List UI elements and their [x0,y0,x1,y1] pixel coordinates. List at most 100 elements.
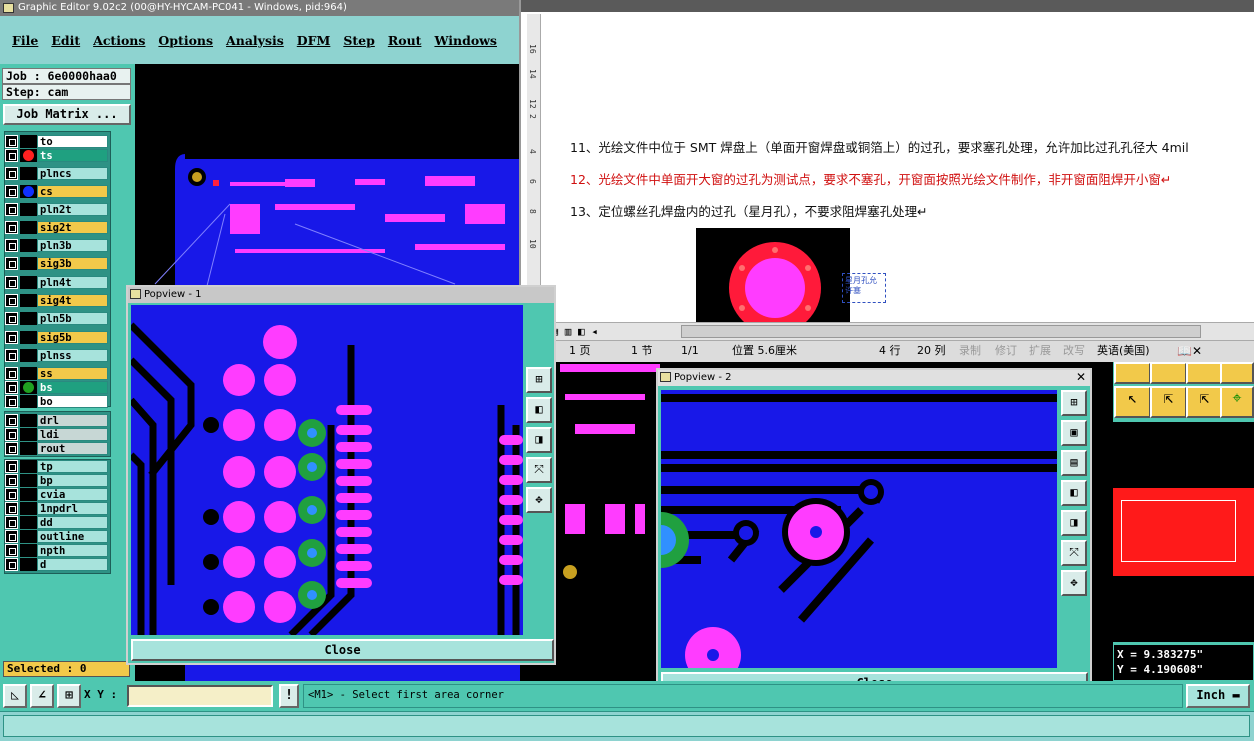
warning-icon[interactable]: ! [279,684,299,708]
layer-color-swatch[interactable] [20,460,37,473]
layer-checkbox[interactable] [5,502,18,515]
zoom-fit-icon[interactable]: ⤧ [526,457,552,483]
layer-color-swatch[interactable] [20,149,37,162]
layer-name[interactable]: tp [37,460,108,473]
layer-name[interactable]: bo [37,395,108,408]
layer-name[interactable]: pln5b [37,312,108,325]
layer-row-outline[interactable]: outline [5,530,108,543]
units-select[interactable]: Inch ▬ [1186,684,1250,708]
layer-name[interactable]: sig3b [37,257,108,270]
layer-checkbox[interactable] [5,395,18,408]
layer-row-plnss[interactable]: plnss [5,349,108,362]
layer-name[interactable]: plnss [37,349,108,362]
layer-row-ss[interactable]: ss [5,367,108,380]
layer-checkbox[interactable] [5,544,18,557]
layer-name[interactable]: 1npdrl [37,502,108,515]
pan-right-icon[interactable]: ◨ [526,427,552,453]
layer-color-swatch[interactable] [20,530,37,543]
layer-color-swatch[interactable] [20,257,37,270]
layer-color-swatch[interactable] [20,167,37,180]
layer-row-sig2t[interactable]: sig2t [5,221,108,234]
layer-color-swatch[interactable] [20,395,37,408]
layer-color-swatch[interactable] [20,203,37,216]
layer-checkbox[interactable] [5,442,18,455]
layer-checkbox[interactable] [5,367,18,380]
grid-icon[interactable]: ⊞ [57,684,81,708]
layer-checkbox[interactable] [5,349,18,362]
layer-color-swatch[interactable] [20,294,37,307]
layer-color-swatch[interactable] [20,558,37,571]
layer-color-swatch[interactable] [20,488,37,501]
spellcheck-icon[interactable]: 📖✕ [1177,341,1202,361]
select-frame-icon[interactable]: ⇱ [1186,386,1223,418]
layer-name[interactable]: sig5b [37,331,108,344]
angle-icon[interactable]: ∠ [30,684,54,708]
layer-checkbox[interactable] [5,474,18,487]
layer-row-rout[interactable]: rout [5,442,108,455]
layer-row-npth[interactable]: npth [5,544,108,557]
layer-row-drl[interactable]: drl [5,414,108,427]
layer-name[interactable]: rout [37,442,108,455]
layer-name[interactable]: to [37,135,108,148]
layer-checkbox[interactable] [5,558,18,571]
layer-color-swatch[interactable] [20,516,37,529]
layer-checkbox[interactable] [5,414,18,427]
layer-name[interactable]: pln2t [37,203,108,216]
pan-left-icon[interactable]: ◧ [1061,480,1087,506]
doc-horizontal-scrollbar[interactable]: ≡ ▣ ▤ ▥ ◧ ◂ [521,322,1254,340]
zoom-home-icon[interactable]: ✥ [1061,570,1087,596]
layer-checkbox[interactable] [5,428,18,441]
command-input[interactable] [3,715,1250,737]
menu-file[interactable]: File [12,33,38,48]
layer-row-cs[interactable]: cs [5,185,108,198]
menu-actions[interactable]: Actions [93,33,145,48]
select-arrow-icon[interactable]: ↖ [1114,386,1151,418]
xy-input[interactable] [127,685,273,707]
popview-2-canvas[interactable] [661,390,1057,668]
layer-name[interactable]: bs [37,381,108,394]
layer-checkbox[interactable] [5,257,18,270]
layer-name[interactable]: dd [37,516,108,529]
layer-color-swatch[interactable] [20,544,37,557]
layer-name[interactable]: sig4t [37,294,108,307]
layer-row-ts[interactable]: ts [5,149,108,162]
layer-color-swatch[interactable] [20,276,37,289]
net-select-icon[interactable]: ⌖ [1220,386,1254,418]
layer-color-swatch[interactable] [20,312,37,325]
menu-options[interactable]: Options [158,33,213,48]
layer-color-swatch[interactable] [20,221,37,234]
layer-color-swatch[interactable] [20,367,37,380]
layer-color-swatch[interactable] [20,239,37,252]
layer-name[interactable]: npth [37,544,108,557]
layer-checkbox[interactable] [5,488,18,501]
status-ovr[interactable]: 改写 [1063,341,1085,361]
layer-color-swatch[interactable] [20,349,37,362]
popview-2-titlebar[interactable]: Popview - 2 ✕ [658,370,1090,386]
layer-row-sig4t[interactable]: sig4t [5,294,108,307]
layer-checkbox[interactable] [5,460,18,473]
command-line[interactable] [0,711,1254,741]
layer-checkbox[interactable] [5,331,18,344]
zoom-out-icon[interactable]: ▣ [1061,420,1087,446]
tool-up-1[interactable] [1114,362,1151,384]
measure-icon[interactable]: ◺ [3,684,27,708]
pan-left-icon[interactable]: ◧ [526,397,552,423]
menu-rout[interactable]: Rout [388,33,422,48]
layer-row-pln5b[interactable]: pln5b [5,312,108,325]
close-icon[interactable]: ✕ [1076,370,1086,385]
menu-analysis[interactable]: Analysis [226,33,284,48]
layer-row-tp[interactable]: tp [5,460,108,473]
layer-name[interactable]: drl [37,414,108,427]
layer-checkbox[interactable] [5,381,18,394]
layer-row-bo[interactable]: bo [5,395,108,408]
layer-checkbox[interactable] [5,239,18,252]
layer-checkbox[interactable] [5,185,18,198]
layer-checkbox[interactable] [5,530,18,543]
popview-1-canvas[interactable] [128,305,523,638]
layer-checkbox[interactable] [5,135,18,148]
layer-checkbox[interactable] [5,312,18,325]
layer-row-sig5b[interactable]: sig5b [5,331,108,344]
select-box-icon[interactable]: ⇱ [1150,386,1187,418]
job-matrix-button[interactable]: Job Matrix ... [3,104,131,125]
zoom-in-icon[interactable]: ⊞ [1061,390,1087,416]
